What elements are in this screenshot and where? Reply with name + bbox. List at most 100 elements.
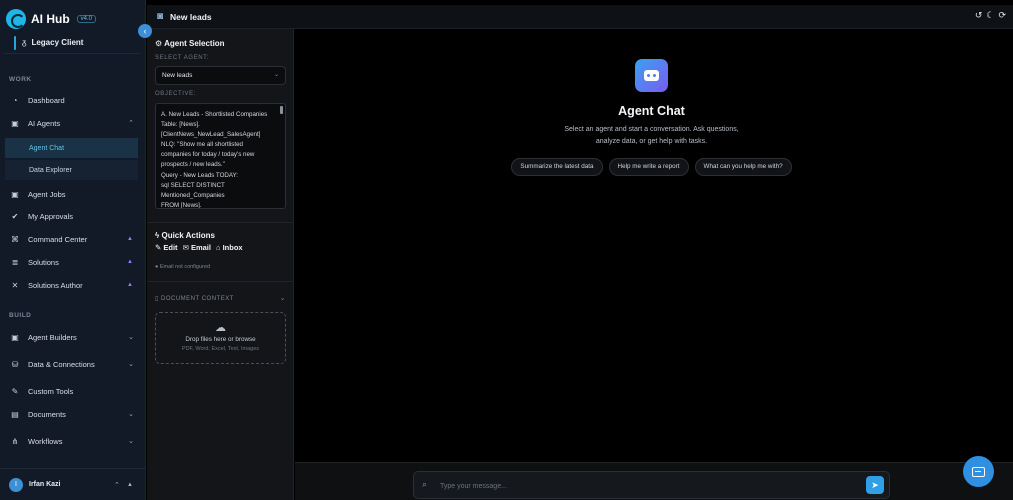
client-accent-bar [14,36,16,50]
sidebar-item-ai-agents[interactable]: ▣ AI Agents ⌃ [5,113,139,133]
message-icon [972,466,985,477]
suggestion-summarize[interactable]: Summarize the latest data [511,158,603,176]
sidebar-item-agent-builders[interactable]: ▣ Agent Builders ⌄ [5,327,139,347]
quick-edit-button[interactable]: ✎ Edit [155,243,178,252]
chevron-down-icon: ⌄ [279,295,286,302]
chevron-down-icon: ⌄ [128,334,134,341]
chevron-up-icon[interactable]: ⌃ [114,481,120,489]
objective-textarea[interactable]: A. New Leads - Shortlisted Companies Tab… [155,103,286,209]
objective-line: NLQ: "Show me all shortlisted [161,141,243,149]
section-label-work: WORK [9,76,32,83]
info-dot-icon: ● [155,264,159,270]
lock-icon: ▲ [127,236,133,242]
dropzone-types: PDF, Word, Excel, Text, Images [181,346,260,352]
chevron-down-icon: ⌄ [128,438,134,445]
quick-inbox-button[interactable]: ⌂ Inbox [216,243,243,252]
sidebar-item-solutions-author[interactable]: ✕ Solutions Author ▲ [5,275,139,295]
sidebar-item-my-approvals[interactable]: ✔ My Approvals [5,206,139,226]
suggestion-report[interactable]: Help me write a report [608,158,689,176]
dropzone-text: Drop files here or browse [185,336,256,343]
chevron-down-icon: ⌄ [273,72,279,78]
document-icon: ▤ [11,409,19,419]
paperclip-icon[interactable]: ⌕ [422,479,427,490]
command-icon: ⌘ [11,234,19,244]
send-button[interactable]: ➤ [866,476,884,494]
dashboard-icon: ◔ [12,95,18,105]
email-status-text: Email not configured [159,264,210,270]
quick-email-label: Email [190,243,211,252]
message-composer: ⌕ ➤ [295,462,1013,500]
workflow-icon: ⋔ [11,436,19,446]
chevron-down-icon: ⌄ [128,361,134,368]
collapse-sidebar-button[interactable]: ‹ [138,24,152,38]
user-cog-icon: ⚙ [155,39,163,48]
objective-line: [ClientNews_NewLead_SalesAgent] [161,131,261,139]
chat-area: Agent Chat Select an agent and start a c… [295,29,1013,462]
objective-line: Mentioned_Companies [161,191,225,199]
sidebar-item-label: Dashboard [28,95,65,105]
history-icon[interactable]: ↺ [975,10,983,21]
document-context-toggle[interactable]: ▯ DOCUMENT CONTEXT ⌄ [155,295,286,302]
file-icon: ▯ [155,296,159,302]
sidebar-item-dashboard[interactable]: ◔ Dashboard [5,90,139,110]
refresh-icon[interactable]: ⟳ [998,10,1006,21]
sidebar-item-solutions[interactable]: ≣ Solutions ▲ [5,252,139,272]
message-input[interactable] [440,479,840,493]
suggestion-chips: Summarize the latest data Help me write … [295,158,1008,176]
sidebar-item-label: Agent Builders [28,332,77,342]
robot-icon: ▣ [11,118,19,128]
client-selector[interactable]: ᵹ Legacy Client [4,32,140,54]
scrollbar-thumb[interactable] [280,106,283,114]
quick-edit-label: Edit [163,243,178,252]
sidebar-item-data-connections[interactable]: ⛁ Data & Connections ⌄ [5,354,139,374]
file-dropzone[interactable]: ☁ Drop files here or browse PDF, Word, E… [155,312,286,364]
sidebar-item-workflows[interactable]: ⋔ Workflows ⌄ [5,431,139,451]
agent-select[interactable]: New leads ⌄ [155,66,286,85]
database-icon: ⛁ [11,359,19,369]
page-title: New leads [170,11,212,22]
sidebar-subitem-agent-chat[interactable]: Agent Chat [5,138,138,158]
bolt-icon: ϟ [155,231,160,240]
robot-icon: ▣ [11,332,19,342]
email-icon: ✉ [182,243,189,252]
sidebar-item-label: Documents [28,409,66,419]
chat-title: Agent Chat [618,104,685,118]
sidebar-subitem-data-explorer[interactable]: Data Explorer [5,160,138,180]
chevron-down-icon: ⌄ [128,411,134,418]
brand[interactable]: AI Hub v4.0 [6,9,97,29]
sidebar-item-agent-jobs[interactable]: ▣ Agent Jobs [5,184,139,204]
document-context-label: DOCUMENT CONTEXT [160,296,234,302]
caret-up-icon[interactable]: ▲ [127,482,133,488]
moon-icon[interactable]: ☾ [986,10,994,21]
sidebar-item-custom-tools[interactable]: ✎ Custom Tools [5,381,139,401]
robot-icon [644,70,659,81]
objective-line: Query - New Leads TODAY: [161,171,239,179]
suggestion-help[interactable]: What can you help me with? [694,158,792,176]
chat-support-button[interactable] [963,456,994,487]
tools-icon: ✕ [11,280,19,290]
cloud-upload-icon: ☁ [215,322,226,334]
quick-actions-label: Quick Actions [161,231,215,240]
objective-line: sql SELECT DISTINCT [161,181,225,189]
objective-line: Table: [News]. [161,121,200,129]
sidebar-item-label: Custom Tools [28,386,74,396]
user-name: Irfan Kazi [29,481,61,488]
sidebar-item-label: Data & Connections [28,359,95,369]
sidebar-item-documents[interactable]: ▤ Documents ⌄ [5,404,139,424]
inbox-icon: ⌂ [215,243,221,252]
sidebar-item-command-center[interactable]: ⌘ Command Center ▲ [5,229,139,249]
objective-line: A. New Leads - Shortlisted Companies [161,111,268,118]
sidebar-item-label: Agent Chat [29,144,65,152]
quick-email-button[interactable]: ✉ Email [183,243,211,252]
objective-label: OBJECTIVE: [155,91,197,97]
agent-chat-logo [635,59,668,92]
quick-actions-row: ✎ Edit ✉ Email ⌂ Inbox [155,243,243,252]
chat-subtitle-line: Select an agent and start a conversation… [564,126,739,133]
sidebar-item-label: AI Agents [28,118,61,128]
sidebar-item-label: Agent Jobs [28,189,66,199]
lock-icon: ▲ [127,282,133,288]
objective-line: FROM [News]. [161,201,202,209]
user-menu[interactable]: I Irfan Kazi ⌃ ▲ [0,468,146,500]
objective-line: prospects / new leads." [161,161,225,169]
client-label: Legacy Client [31,38,84,47]
